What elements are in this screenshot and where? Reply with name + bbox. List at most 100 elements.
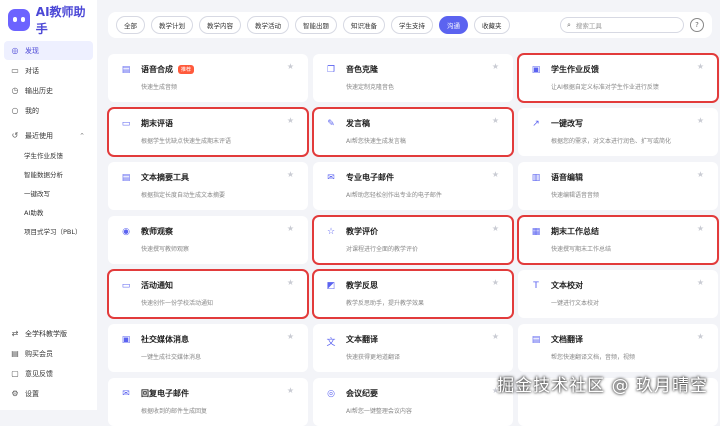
sidebar-item-feedback[interactable]: ▢ 意见反馈 (4, 364, 93, 383)
report-icon: ▦ (531, 227, 541, 237)
tool-card[interactable]: ✉ 专业电子邮件 AI帮助您轻松创作出专业的电子邮件 ★ (313, 162, 513, 210)
sidebar-item-label: 购买会员 (25, 349, 53, 358)
tool-card[interactable]: ☆ 教学评价 对课程进行全面的教学评价 ★ (312, 215, 514, 265)
tool-title: 语音合成 推荐 (141, 64, 195, 75)
chip-knowledge-prep[interactable]: 知识准备 (343, 16, 385, 34)
chip-all[interactable]: 全部 (116, 16, 145, 34)
tool-card[interactable]: ▭ 活动通知 快速创作一份学校活动通知 ★ (107, 269, 309, 319)
tool-card[interactable]: ◉ 教师观察 快速撰写教师观察 ★ (108, 216, 308, 264)
tool-card[interactable]: ▣ 社交媒体消息 一键生成社交媒体消息 ★ (108, 324, 308, 372)
tool-description: 快速创作一份学校活动通知 (141, 300, 214, 307)
favorite-star-icon[interactable]: ★ (287, 278, 294, 287)
recent-item[interactable]: 智能数据分析 (0, 166, 97, 185)
help-icon[interactable]: ? (690, 18, 704, 32)
sidebar-item-label: 对话 (25, 66, 39, 75)
comment-icon: ▭ (121, 119, 131, 129)
tool-card[interactable]: 文 文本翻译 快速获得更地道翻译 ★ (313, 324, 513, 372)
watermark: 掘金技术社区 @ 玖月晴空 (497, 376, 708, 396)
tool-card[interactable]: ❐ 音色克隆 快速定制克隆音色 ★ (313, 54, 513, 102)
tool-card[interactable]: ▦ 期末工作总结快速撰写期末工作总结 ★ (517, 215, 719, 265)
favorite-star-icon[interactable]: ★ (697, 278, 704, 287)
favorite-star-icon[interactable]: ★ (697, 332, 704, 341)
chevron-up-icon: ⌃ (79, 131, 85, 140)
tool-description: 快速定制克隆音色 (346, 84, 395, 91)
favorite-star-icon[interactable]: ★ (697, 170, 704, 179)
tool-card[interactable]: ▥ 语音编辑 快速编辑语音音频 ★ (518, 162, 718, 210)
sidebar-item-chat[interactable]: ▭ 对话 (4, 61, 93, 80)
favorite-star-icon[interactable]: ★ (697, 224, 704, 233)
favorite-star-icon[interactable]: ★ (287, 170, 294, 179)
favorite-star-icon[interactable]: ★ (492, 224, 499, 233)
recent-item[interactable]: 一键改写 (0, 185, 97, 204)
favorite-star-icon[interactable]: ★ (492, 116, 499, 125)
sidebar-item-settings[interactable]: ⚙ 设置 (4, 384, 93, 403)
social-icon: ▣ (121, 335, 131, 345)
recent-item[interactable]: AI助教 (0, 204, 97, 223)
favorite-star-icon[interactable]: ★ (492, 170, 499, 179)
tool-card[interactable]: ▤ 文本摘要工具 根据指定长度自动生成文本摘要 ★ (108, 162, 308, 210)
copy-icon: ❐ (326, 65, 336, 75)
tool-card[interactable]: ▤ 文档翻译帮您快速翻译文档，音频，视频 ★ (518, 324, 718, 372)
favorite-star-icon[interactable]: ★ (287, 332, 294, 341)
recent-item[interactable]: 项目式学习（PBL） (0, 223, 97, 242)
favorite-star-icon[interactable]: ★ (287, 386, 294, 395)
chip-teaching-content[interactable]: 教学内容 (199, 16, 241, 34)
tool-title: 期末工作总结 (551, 227, 599, 236)
favorite-star-icon[interactable]: ★ (287, 116, 294, 125)
search-icon: ⌕ (567, 20, 571, 29)
favorite-star-icon[interactable]: ★ (287, 62, 294, 71)
sidebar-item-label: 全学科教学版 (25, 329, 67, 338)
tool-card[interactable]: ↗ 一键改写 根据您的需求，对文本进行润色、扩写或简化 ★ (518, 108, 718, 156)
sidebar-item-discover[interactable]: ◎ 发现 (4, 41, 93, 60)
chat-icon: ▭ (11, 66, 19, 75)
favorite-star-icon[interactable]: ★ (492, 332, 499, 341)
chip-smart-quiz[interactable]: 智能出题 (295, 16, 337, 34)
tool-description: 快速获得更地道翻译 (346, 354, 401, 361)
tool-card[interactable]: ▭ 期末评语 根据学生优缺点快速生成期末评语 ★ (107, 107, 309, 157)
recent-section-toggle[interactable]: ↺ 最近使用 ⌃ (4, 126, 93, 145)
summary-icon: ▤ (121, 173, 131, 183)
tool-title: 教学反思 (346, 281, 378, 290)
tool-card[interactable]: ◎ 会议纪要 AI帮您一键整理会议内容 ★ (313, 378, 513, 426)
tool-title: 学生作业反馈 (551, 65, 599, 74)
search-input[interactable]: ⌕ 搜索工具 (560, 17, 684, 33)
tool-description: 让AI根据自定义标准对学生作业进行反馈 (551, 84, 659, 91)
chip-teaching-activity[interactable]: 教学活动 (247, 16, 289, 34)
favorite-star-icon[interactable]: ★ (492, 62, 499, 71)
tool-title: 专业电子邮件 (346, 173, 394, 182)
chip-teaching-plan[interactable]: 教学计划 (151, 16, 193, 34)
chip-favorites[interactable]: 收藏夹 (474, 16, 510, 34)
tool-card[interactable]: ✎ 发言稿 AI帮您快速生成发言稿 ★ (312, 107, 514, 157)
sidebar-item-mine[interactable]: ○ 我的 (4, 101, 93, 120)
tool-card[interactable]: ✉ 回复电子邮件 根据收到的邮件生成回复 ★ (108, 378, 308, 426)
tool-title: 文档翻译 (551, 335, 583, 344)
gear-icon: ⚙ (11, 389, 19, 398)
clock-icon: ◷ (11, 86, 19, 95)
chip-communication[interactable]: 沟通 (439, 16, 468, 34)
doc-translate-icon: ▤ (531, 335, 541, 345)
tool-title: 期末评语 (141, 119, 173, 128)
favorite-star-icon[interactable]: ★ (697, 62, 704, 71)
tool-title: 会议纪要 (346, 389, 378, 398)
sidebar-item-full-edition[interactable]: ⇄ 全学科教学版 (4, 324, 93, 343)
sidebar-item-membership[interactable]: ▤ 购买会员 (4, 344, 93, 363)
tool-description: 帮您快速翻译文档，音频，视频 (551, 354, 636, 361)
favorite-star-icon[interactable]: ★ (697, 116, 704, 125)
recent-item[interactable]: 学生作业反馈 (0, 147, 97, 166)
feedback-icon: ▢ (11, 369, 19, 378)
tool-card[interactable]: ▤ 语音合成 推荐快速生成音频 ★ (108, 54, 308, 102)
chip-student-support[interactable]: 学生支持 (391, 16, 433, 34)
tool-card[interactable]: T 文本校对 一键进行文本校对 ★ (518, 270, 718, 318)
document-icon: ▤ (121, 65, 131, 75)
favorite-star-icon[interactable]: ★ (287, 224, 294, 233)
favorite-star-icon[interactable]: ★ (492, 278, 499, 287)
app-logo[interactable]: AI教师助手 (0, 0, 97, 40)
sidebar-item-history[interactable]: ◷ 输出历史 (4, 81, 93, 100)
reply-mail-icon: ✉ (122, 389, 130, 399)
tool-card[interactable]: ▣ 学生作业反馈 让AI根据自定义标准对学生作业进行反馈 ★ (517, 53, 719, 103)
tool-description: 快速生成音频 (141, 84, 178, 91)
recent-label: 最近使用 (25, 131, 53, 140)
user-icon: ○ (11, 106, 19, 115)
tool-card[interactable]: ◩ 教学反思 教学反思助手，提升教学效果 ★ (312, 269, 514, 319)
tool-description: 快速撰写期末工作总结 (551, 246, 612, 253)
